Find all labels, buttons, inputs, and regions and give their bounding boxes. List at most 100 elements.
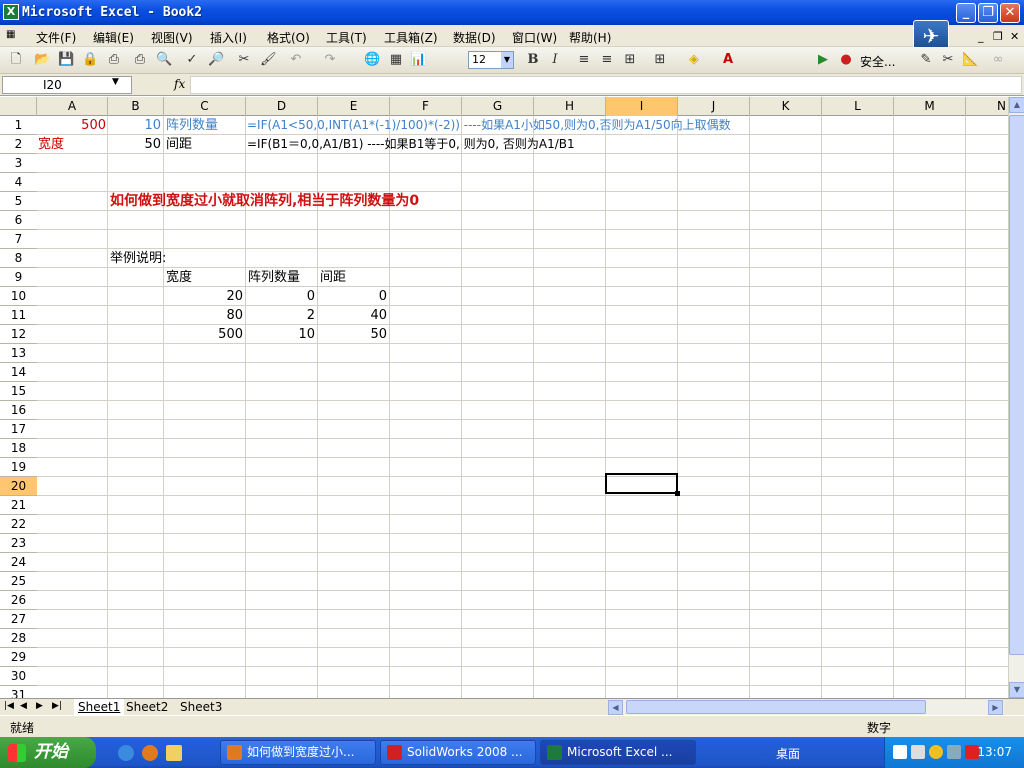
taskbar-button-browser[interactable]: 如何做到宽度过小... [220,740,376,765]
menu-format[interactable]: 格式(O) [267,29,310,46]
save-icon[interactable]: 💾 [58,52,74,68]
horizontal-scroll-thumb[interactable] [626,700,926,714]
formula-input[interactable] [190,76,1022,94]
start-button[interactable]: 开始 [0,737,96,768]
col-header-b[interactable]: B [108,97,164,116]
row-header[interactable]: 13 [0,344,37,363]
bold-icon[interactable]: B [525,52,541,68]
keyboard-icon[interactable] [893,745,907,759]
help-icon[interactable] [911,745,925,759]
row-header[interactable]: 11 [0,306,37,325]
row-header[interactable]: 2 [0,135,37,154]
row-header[interactable]: 23 [0,534,37,553]
cell-c2[interactable]: 间距 [166,135,244,154]
taskbar-button-excel[interactable]: Microsoft Excel ... [540,740,696,765]
worksheet-grid[interactable]: A B C D E F G H I J K L M N 1 2 3 4 5 6 7 8 9 10 1… [0,97,1008,698]
record-icon[interactable]: ● [838,52,854,68]
row-header[interactable]: 28 [0,629,37,648]
table-icon[interactable]: ▦ [388,52,404,68]
select-all-corner[interactable] [0,97,37,116]
scroll-right-icon[interactable]: ▶ [988,700,1003,715]
col-header-g[interactable]: G [462,97,534,116]
row-header[interactable]: 12 [0,325,37,344]
security-button[interactable]: 安全... [860,53,895,70]
last-sheet-icon[interactable]: ▶| [52,701,62,711]
scroll-left-icon[interactable]: ◀ [608,700,623,715]
cell-b5[interactable]: 如何做到宽度过小就取消阵列,相当于阵列数量为0 [110,192,670,211]
tab-sheet2[interactable]: Sheet2 [126,699,168,715]
cell-e10[interactable]: 0 [318,287,387,306]
network-icon[interactable] [947,745,961,759]
row-header[interactable]: 18 [0,439,37,458]
undo-icon[interactable]: ↶ [288,52,304,68]
row-header[interactable]: 26 [0,591,37,610]
cell-e12[interactable]: 50 [318,325,387,344]
font-color-icon[interactable]: A [720,52,736,68]
align-right-icon[interactable]: ≡ [599,52,615,68]
firefox-icon[interactable] [142,745,158,761]
row-header[interactable]: 27 [0,610,37,629]
chevron-down-icon[interactable]: ▼ [501,52,513,68]
menu-insert[interactable]: 插入(I) [210,29,247,46]
cell-a1[interactable]: 500 [38,116,106,135]
row-header[interactable]: 1 [0,116,37,135]
row-header[interactable]: 19 [0,458,37,477]
menu-data[interactable]: 数据(D) [453,29,496,46]
active-cell-i20[interactable] [605,473,680,496]
permission-icon[interactable]: 🔒 [82,52,98,68]
tab-sheet1[interactable]: Sheet1 [74,699,125,715]
cut-icon[interactable]: ✂ [236,52,252,68]
col-header-e[interactable]: E [318,97,390,116]
cell-c10[interactable]: 20 [164,287,243,306]
row-header[interactable]: 10 [0,287,37,306]
first-sheet-icon[interactable]: |◀ [4,701,14,711]
cell-d11[interactable]: 2 [246,306,315,325]
cell-b1[interactable]: 10 [108,116,161,135]
cell-c9[interactable]: 宽度 [166,268,244,287]
font-size-select[interactable]: 12 ▼ [468,51,514,69]
cell-b2[interactable]: 50 [108,135,161,154]
vertical-scroll-thumb[interactable] [1009,115,1024,655]
scroll-down-icon[interactable]: ▼ [1009,682,1024,698]
align-center-icon[interactable]: ≡ [576,52,592,68]
menu-window[interactable]: 窗口(W) [512,29,557,46]
menu-toolbox[interactable]: 工具箱(Z) [384,29,438,46]
desktop-toolbar[interactable]: 桌面 [776,745,800,762]
borders-icon[interactable]: ⊞ [652,52,668,68]
col-header-h[interactable]: H [534,97,606,116]
col-header-c[interactable]: C [164,97,246,116]
open-icon[interactable]: 📂 [34,52,50,68]
menu-help[interactable]: 帮助(H) [569,29,611,46]
cell-d1[interactable]: =IF(A1<50,0,INT(A1*(-1)/100)*(-2)) ----如… [247,116,907,135]
prev-sheet-icon[interactable]: ◀ [20,701,27,711]
row-header[interactable]: 5 [0,192,37,211]
menu-file[interactable]: 文件(F) [36,29,76,46]
design-mode-icon[interactable]: ✂ [940,52,956,68]
print-preview-icon[interactable]: ⎙ [132,52,148,68]
find-icon[interactable]: 🔎 [208,52,224,68]
col-header-j[interactable]: J [678,97,750,116]
menu-view[interactable]: 视图(V) [151,29,193,46]
folder-icon[interactable] [166,745,182,761]
run-icon[interactable]: ▶ [815,52,831,68]
vertical-scrollbar[interactable]: ▲ ▼ [1008,97,1024,698]
col-header-f[interactable]: F [390,97,462,116]
menu-tools[interactable]: 工具(T) [326,29,367,46]
tab-sheet3[interactable]: Sheet3 [180,699,222,715]
cell-c12[interactable]: 500 [164,325,243,344]
col-header-m[interactable]: M [894,97,966,116]
col-header-l[interactable]: L [822,97,894,116]
cell-e9[interactable]: 间距 [320,268,390,287]
row-header[interactable]: 15 [0,382,37,401]
next-sheet-icon[interactable]: ▶ [36,701,43,711]
cell-c1[interactable]: 阵列数量 [166,116,244,135]
row-header[interactable]: 30 [0,667,37,686]
title-bar[interactable]: X Microsoft Excel - Book2 _ ❐ ✕ [0,0,1024,25]
restore-button[interactable]: ❐ [978,3,998,23]
cell-d12[interactable]: 10 [246,325,315,344]
redo-icon[interactable]: ↷ [322,52,338,68]
row-header[interactable]: 21 [0,496,37,515]
col-header-d[interactable]: D [246,97,318,116]
spelling-icon[interactable]: 🔍 [156,52,172,68]
doc-minimize-button[interactable]: _ [978,30,984,43]
